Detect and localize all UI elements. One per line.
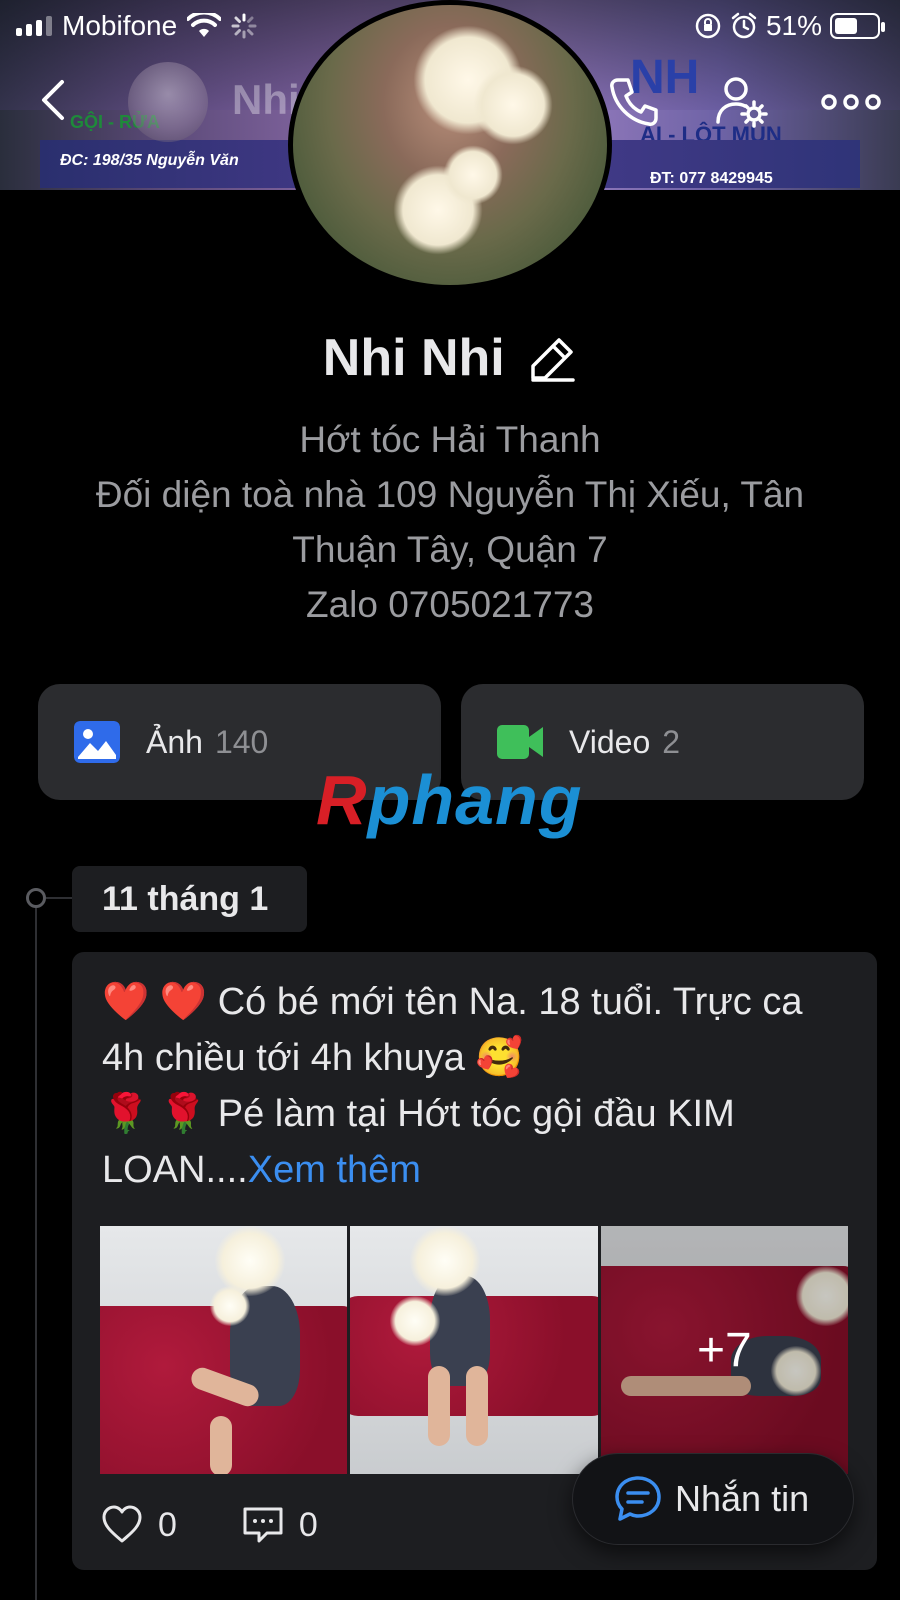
comment-icon[interactable] xyxy=(241,1503,285,1547)
watermark-part: phang xyxy=(367,761,583,839)
avatar-flower-decoration xyxy=(473,65,553,145)
phone-icon[interactable] xyxy=(606,74,662,130)
video-camera-icon xyxy=(497,725,543,759)
photos-count: 140 xyxy=(214,723,269,760)
cover-address: ĐC: 198/35 Nguyễn Văn xyxy=(60,152,239,169)
watermark-logo: Rphang xyxy=(316,760,583,840)
watermark-part: R xyxy=(316,761,368,839)
post-text: ❤️ ❤️ Có bé mới tên Na. 18 tuổi. Trực ca… xyxy=(102,974,852,1198)
status-right: 51% xyxy=(694,10,885,42)
more-icon[interactable] xyxy=(820,74,882,130)
post-photos: +7 xyxy=(100,1226,848,1474)
videos-count: 2 xyxy=(662,723,681,760)
post-photo[interactable] xyxy=(100,1226,348,1474)
timeline-tick xyxy=(46,897,72,899)
bio-line: Đối diện toà nhà 109 Nguyễn Thị Xiếu, Tâ… xyxy=(95,474,805,515)
post-reactions: 0 0 xyxy=(100,1500,318,1550)
bio-line: Zalo 0705021773 xyxy=(305,584,595,625)
nav-avatar xyxy=(128,62,208,142)
comment-count: 0 xyxy=(298,1505,318,1544)
profile-name-row: Nhi Nhi xyxy=(0,328,900,388)
alarm-icon xyxy=(731,12,757,39)
post-line: ❤️ ❤️ Có bé mới tên Na. 18 tuổi. Trực ca… xyxy=(102,981,803,1079)
timeline-dot xyxy=(26,888,46,908)
battery-icon xyxy=(830,13,885,39)
profile-avatar[interactable] xyxy=(288,0,612,290)
user-settings-icon[interactable] xyxy=(714,74,770,130)
rotation-lock-icon xyxy=(695,13,721,39)
timeline-line xyxy=(35,898,37,1600)
message-button-label: Nhắn tin xyxy=(675,1478,810,1519)
post-photo[interactable] xyxy=(350,1226,598,1474)
photo-icon xyxy=(74,721,120,763)
avatar-flower-decoration xyxy=(443,145,503,205)
bio-line: Thuận Tây, Quận 7 xyxy=(292,529,608,570)
like-count: 0 xyxy=(158,1505,177,1544)
battery-percent: 51% xyxy=(765,10,822,41)
bio-line: Hớt tóc Hải Thanh xyxy=(299,419,601,460)
cover-phone: ĐT: 077 8429945 xyxy=(650,170,773,187)
videos-label: Video xyxy=(569,723,651,760)
back-icon[interactable] xyxy=(34,76,78,124)
chat-bubble-icon xyxy=(615,1476,661,1521)
more-photos-count: +7 xyxy=(600,1226,848,1474)
photos-label: Ảnh xyxy=(146,723,203,760)
edit-pencil-icon[interactable] xyxy=(529,334,577,382)
post-photo-more[interactable]: +7 xyxy=(600,1226,848,1474)
timeline-date: 11 tháng 1 xyxy=(72,866,307,932)
profile-name: Nhi Nhi xyxy=(322,329,505,387)
message-button[interactable]: Nhắn tin xyxy=(572,1453,854,1545)
heart-icon[interactable] xyxy=(100,1503,144,1547)
profile-bio: Hớt tóc Hải Thanh Đối diện toà nhà 109 N… xyxy=(40,412,860,632)
see-more-link[interactable]: Xem thêm xyxy=(248,1149,421,1191)
